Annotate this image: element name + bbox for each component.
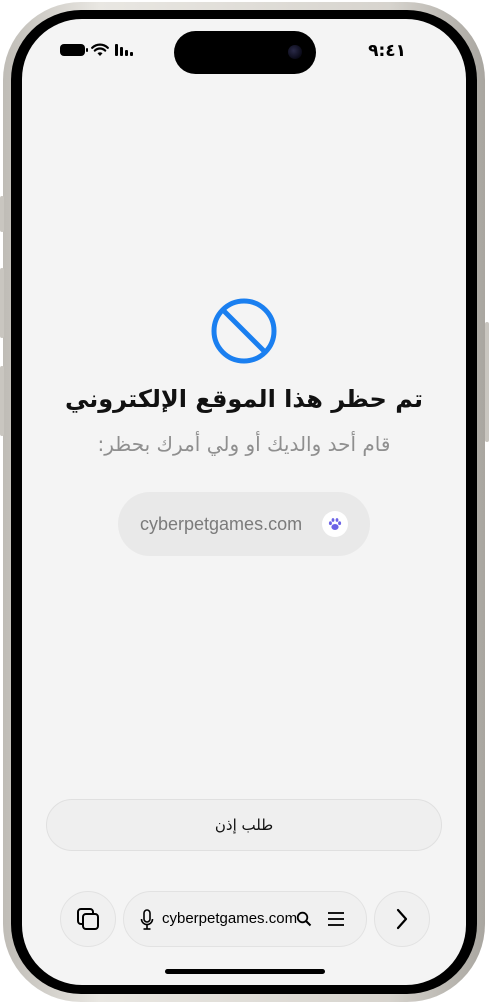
page-subtitle: قام أحد والديك أو ولي أمرك بحظر: xyxy=(97,432,391,456)
volume-up-button xyxy=(0,268,4,338)
screen: ٩:٤١ تم حظر هذا الموقع الإلكتروني قام أح… xyxy=(22,19,466,985)
forward-icon xyxy=(396,908,408,930)
volume-down-button xyxy=(0,366,4,436)
address-bar[interactable]: cyberpetgames.com xyxy=(123,891,367,947)
browser-toolbar: cyberpetgames.com xyxy=(22,891,466,949)
status-bar: ٩:٤١ xyxy=(22,19,466,83)
address-text: cyberpetgames.com xyxy=(162,910,298,927)
microphone-icon[interactable] xyxy=(140,909,154,931)
blocked-site-url: cyberpetgames.com xyxy=(140,513,303,534)
blocked-site-pill: cyberpetgames.com xyxy=(118,492,370,556)
tabs-button[interactable] xyxy=(60,891,116,947)
front-camera xyxy=(288,45,302,59)
tabs-icon xyxy=(77,908,99,930)
request-permission-button[interactable]: طلب إذن xyxy=(46,799,442,851)
wifi-icon xyxy=(91,43,109,56)
forward-button[interactable] xyxy=(374,891,430,947)
page-title: تم حظر هذا الموقع الإلكتروني xyxy=(64,385,424,413)
battery-icon xyxy=(60,44,88,56)
cellular-signal-icon xyxy=(115,44,133,56)
status-time: ٩:٤١ xyxy=(368,41,406,61)
dynamic-island xyxy=(174,31,316,74)
paw-icon xyxy=(322,511,348,537)
power-button xyxy=(485,322,489,442)
block-icon xyxy=(211,298,277,364)
action-button xyxy=(0,196,4,232)
search-icon[interactable] xyxy=(296,911,312,927)
status-icons xyxy=(60,43,133,57)
home-indicator[interactable] xyxy=(165,969,325,974)
menu-icon[interactable] xyxy=(327,911,345,927)
